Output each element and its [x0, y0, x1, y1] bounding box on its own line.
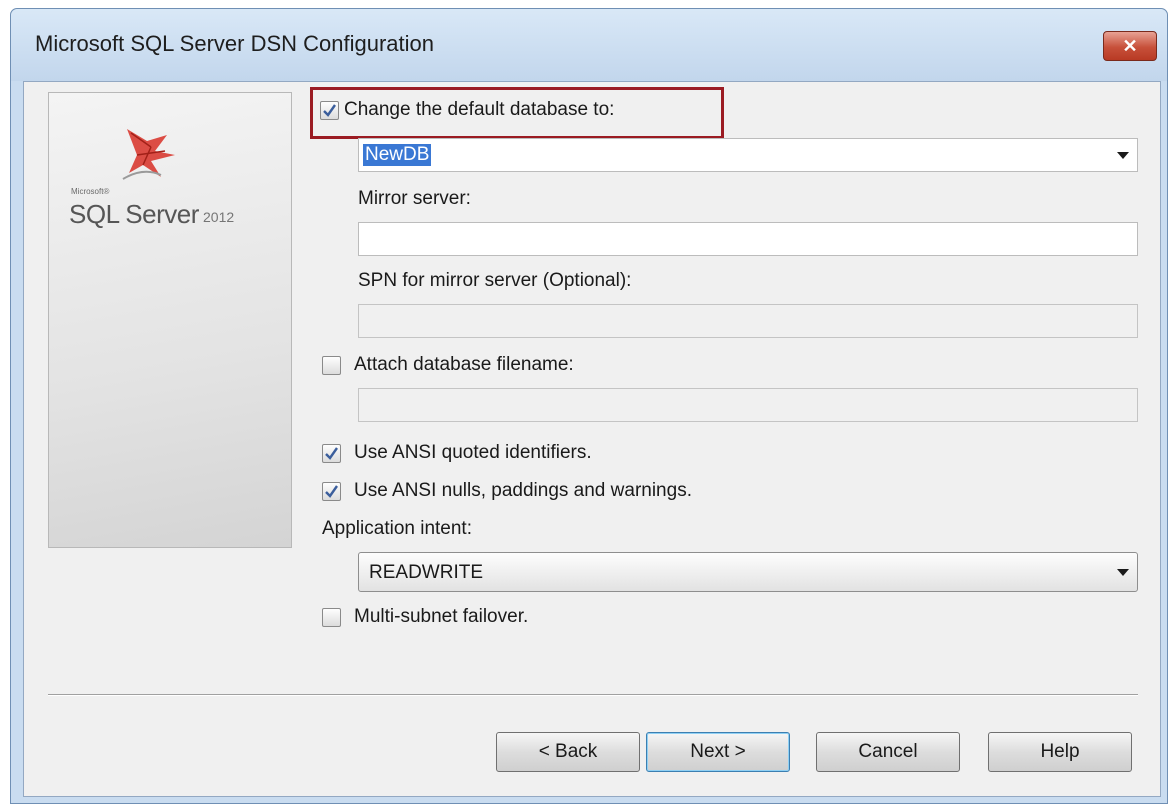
window-title: Microsoft SQL Server DSN Configuration: [35, 31, 434, 56]
application-intent-label: Application intent:: [322, 518, 472, 539]
default-database-combobox[interactable]: NewDB: [358, 138, 1138, 172]
spn-mirror-label: SPN for mirror server (Optional):: [358, 270, 632, 291]
mirror-server-label: Mirror server:: [358, 188, 471, 209]
dialog-body: Microsoft® SQL Server 2012 Change the de…: [23, 81, 1161, 797]
sql-server-logo-icon: [122, 129, 175, 180]
checkmark-icon: [325, 485, 338, 498]
default-database-value: NewDB: [363, 144, 432, 166]
ansi-quoted-checkbox[interactable]: [322, 444, 341, 463]
title-bar: Microsoft SQL Server DSN Configuration ✕: [11, 9, 1167, 81]
cancel-button[interactable]: Cancel: [816, 732, 960, 772]
separator: [48, 694, 1138, 695]
attach-database-checkbox[interactable]: [322, 356, 341, 375]
ansi-nulls-label: Use ANSI nulls, paddings and warnings.: [354, 480, 692, 501]
microsoft-wordmark: Microsoft®: [71, 187, 110, 196]
help-button[interactable]: Help: [988, 732, 1132, 772]
mirror-server-input[interactable]: [358, 222, 1138, 256]
back-button[interactable]: < Back: [496, 732, 640, 772]
application-intent-value: READWRITE: [369, 562, 483, 583]
close-icon: ✕: [1122, 35, 1138, 56]
checkmark-icon: [325, 447, 338, 460]
spn-mirror-input[interactable]: [358, 304, 1138, 338]
attach-database-input[interactable]: [358, 388, 1138, 422]
dsn-config-window: Microsoft SQL Server DSN Configuration ✕…: [10, 8, 1168, 804]
ansi-quoted-label: Use ANSI quoted identifiers.: [354, 442, 592, 463]
highlight-box: [310, 87, 724, 139]
dropdown-arrow-icon: [1117, 569, 1129, 576]
product-name: SQL Server: [69, 199, 199, 229]
attach-database-label: Attach database filename:: [354, 354, 574, 375]
branding-panel: Microsoft® SQL Server 2012: [48, 92, 292, 548]
next-button[interactable]: Next >: [646, 732, 790, 772]
multi-subnet-label: Multi-subnet failover.: [354, 606, 529, 627]
close-button[interactable]: ✕: [1103, 31, 1157, 61]
ansi-nulls-checkbox[interactable]: [322, 482, 341, 501]
product-version: 2012: [203, 209, 235, 225]
dropdown-arrow-icon: [1117, 152, 1129, 159]
multi-subnet-checkbox[interactable]: [322, 608, 341, 627]
application-intent-dropdown[interactable]: READWRITE: [358, 552, 1138, 592]
